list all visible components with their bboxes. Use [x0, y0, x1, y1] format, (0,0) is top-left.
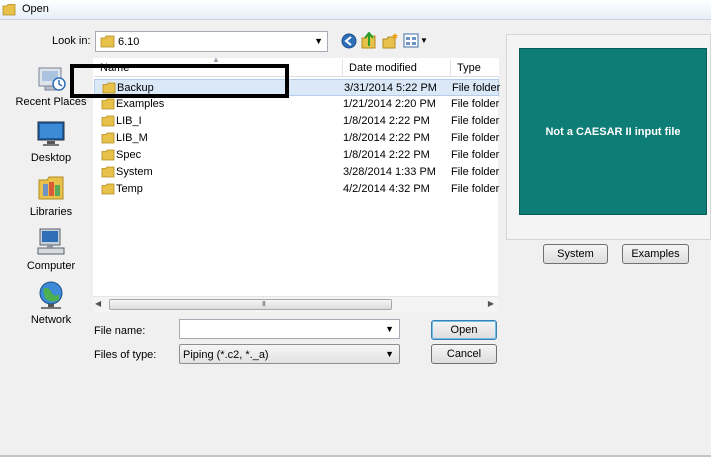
place-computer[interactable]: Computer: [10, 226, 92, 272]
scrollbar-grip: III: [262, 301, 266, 308]
folder-icon: [101, 166, 115, 178]
place-label: Libraries: [29, 206, 73, 218]
place-recent-places[interactable]: Recent Places: [10, 62, 92, 108]
file-date-cell: 1/8/2014 2:22 PM: [343, 115, 430, 127]
file-date-cell: 1/8/2014 2:22 PM: [343, 149, 430, 161]
file-name-cell: LIB_M: [116, 132, 148, 144]
scroll-left-icon[interactable]: ◀: [95, 299, 101, 308]
file-date-cell: 4/2/2014 4:32 PM: [343, 183, 430, 195]
file-date-cell: 1/21/2014 2:20 PM: [343, 98, 436, 110]
column-header-name[interactable]: Name ▲: [94, 55, 343, 77]
column-header-label: Date modified: [349, 62, 417, 74]
examples-button[interactable]: Examples: [622, 244, 689, 264]
file-name-cell: Spec: [116, 149, 142, 161]
place-network[interactable]: Network: [10, 280, 92, 326]
place-label: Network: [30, 314, 72, 326]
file-name-label: File name:: [94, 325, 146, 337]
horizontal-scrollbar[interactable]: ◀ III ▶: [93, 296, 498, 312]
table-row[interactable]: LIB_I 1/8/2014 2:22 PM File folder: [94, 113, 499, 130]
folder-icon: [101, 183, 115, 195]
place-libraries[interactable]: Libraries: [10, 172, 92, 218]
file-type-cell: File folder: [451, 98, 500, 110]
table-row[interactable]: Spec 1/8/2014 2:22 PM File folder: [94, 147, 499, 164]
look-in-dropdown[interactable]: 6.10 ▼: [95, 31, 328, 52]
file-name-cell: Temp: [116, 183, 143, 195]
look-in-value: 6.10: [118, 36, 140, 48]
view-menu-button[interactable]: ▼: [403, 32, 429, 50]
sort-up-icon: ▲: [212, 55, 220, 64]
file-date-cell: 3/28/2014 1:33 PM: [343, 166, 436, 178]
file-name-cell: Backup: [117, 82, 154, 94]
place-label: Recent Places: [15, 96, 87, 108]
place-desktop[interactable]: Desktop: [10, 118, 92, 164]
table-row[interactable]: Examples 1/21/2014 2:20 PM File folder: [94, 96, 499, 113]
up-folder-icon[interactable]: [361, 32, 378, 50]
chevron-down-icon: ▼: [385, 349, 394, 359]
place-label: Computer: [26, 260, 76, 272]
scroll-right-icon[interactable]: ▶: [488, 299, 494, 308]
file-type-dropdown[interactable]: Piping (*.c2, *._a) ▼: [179, 344, 400, 364]
back-icon[interactable]: [341, 32, 357, 50]
file-type-cell: File folder: [452, 82, 501, 94]
folder-icon: [101, 149, 115, 161]
file-type-value: Piping (*.c2, *._a): [183, 349, 269, 361]
libraries-icon: [38, 176, 64, 200]
column-header-type[interactable]: Type: [451, 59, 499, 77]
file-type-cell: File folder: [451, 166, 500, 178]
column-header-label: Type: [457, 62, 481, 74]
file-type-label: Files of type:: [94, 349, 157, 361]
table-row[interactable]: System 3/28/2014 1:33 PM File folder: [94, 164, 499, 181]
place-label: Desktop: [30, 152, 72, 164]
new-folder-icon[interactable]: [382, 32, 399, 50]
view-grid-icon: [403, 33, 419, 48]
file-date-cell: 3/31/2014 5:22 PM: [344, 82, 437, 94]
preview-message: Not a CAESAR II input file: [545, 125, 681, 138]
folder-icon: [2, 4, 16, 16]
folder-icon: [102, 82, 116, 94]
folder-icon: [101, 132, 115, 144]
scrollbar-thumb[interactable]: III: [109, 299, 392, 310]
file-list[interactable]: Name ▲ Date modified Type Backup 3/31/20…: [93, 55, 501, 312]
preview-box: Not a CAESAR II input file: [519, 48, 707, 215]
recent-places-icon: [38, 67, 66, 91]
desktop-icon: [37, 121, 65, 146]
network-icon: [39, 281, 63, 309]
file-date-cell: 1/8/2014 2:22 PM: [343, 132, 430, 144]
file-name-cell: Examples: [116, 98, 165, 110]
look-in-label: Look in:: [52, 35, 91, 47]
file-name-cell: LIB_I: [116, 115, 142, 127]
file-name-cell: System: [116, 166, 153, 178]
window-title: Open: [22, 3, 49, 15]
table-row[interactable]: Temp 4/2/2014 4:32 PM File folder: [94, 181, 499, 198]
column-header-date[interactable]: Date modified: [343, 59, 451, 77]
folder-icon: [101, 115, 115, 127]
title-bar[interactable]: Open: [0, 0, 711, 20]
column-header-label: Name: [100, 62, 130, 74]
file-type-cell: File folder: [451, 183, 500, 195]
chevron-down-icon[interactable]: ▼: [385, 324, 394, 334]
table-row[interactable]: Backup 3/31/2014 5:22 PM File folder: [94, 79, 501, 96]
folder-icon: [101, 98, 115, 110]
file-type-cell: File folder: [451, 115, 500, 127]
file-type-cell: File folder: [451, 149, 500, 161]
folder-icon: [100, 35, 115, 48]
chevron-down-icon: ▼: [314, 36, 323, 46]
chevron-down-icon: ▼: [420, 36, 428, 45]
file-type-cell: File folder: [451, 132, 500, 144]
file-name-input[interactable]: ▼: [179, 319, 400, 339]
cancel-button[interactable]: Cancel: [431, 344, 497, 364]
open-button[interactable]: Open: [431, 320, 497, 340]
computer-icon: [37, 228, 65, 255]
table-row[interactable]: LIB_M 1/8/2014 2:22 PM File folder: [94, 130, 499, 147]
system-button[interactable]: System: [543, 244, 608, 264]
